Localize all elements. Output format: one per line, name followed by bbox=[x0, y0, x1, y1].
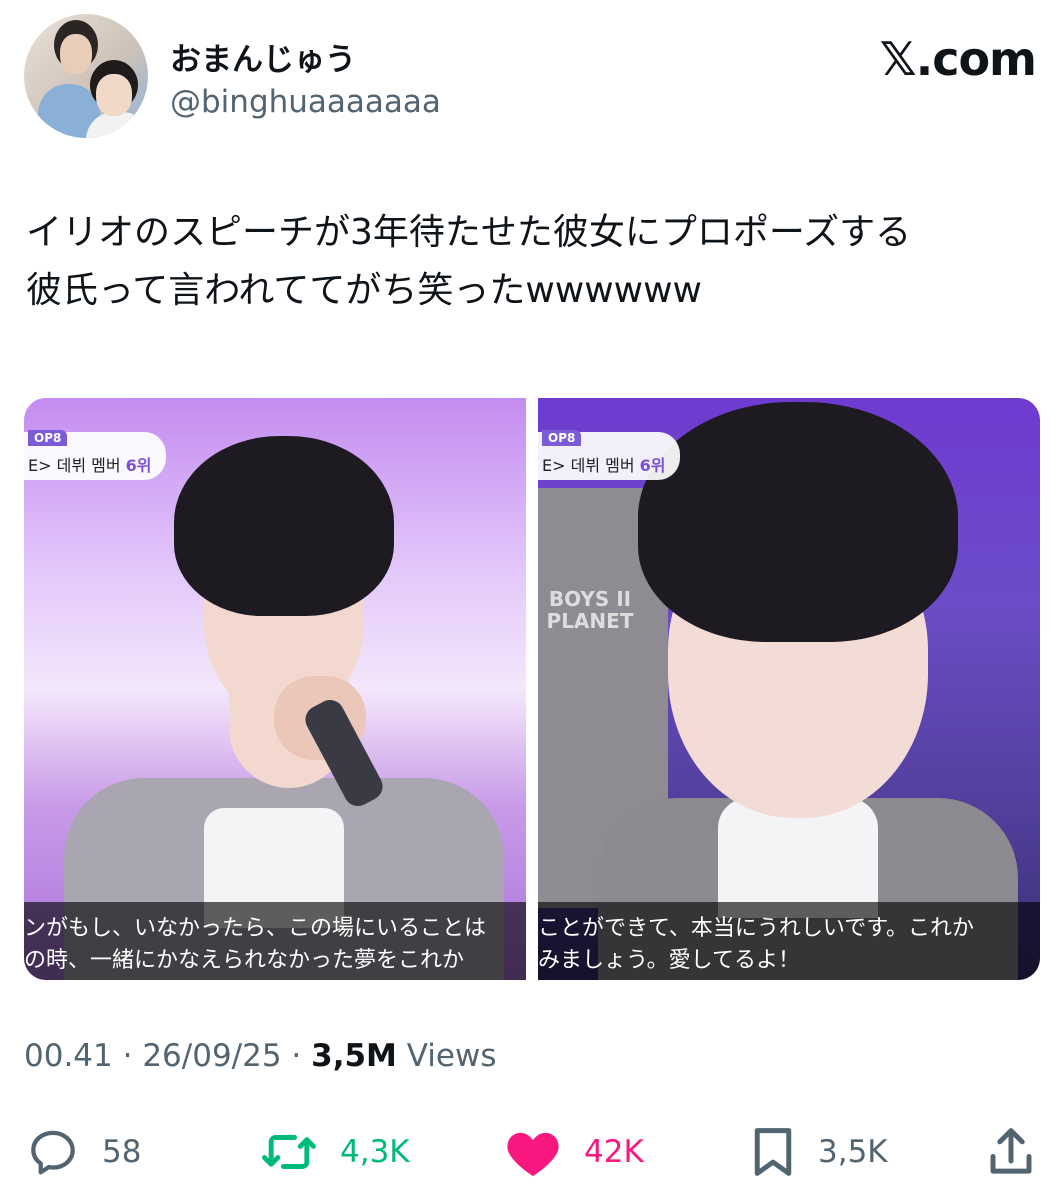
like-count: 42K bbox=[584, 1134, 644, 1170]
bookmark-count: 3,5K bbox=[818, 1134, 888, 1170]
views-count: 3,5M bbox=[311, 1038, 397, 1074]
reply-icon bbox=[26, 1125, 80, 1179]
subtitle-right-line-2: みましょう。愛してるよ！ bbox=[538, 948, 801, 973]
action-bar: 58 4,3K 42K 3,5K bbox=[24, 1124, 1040, 1180]
rank-tag: OP8 E> 데뷔 멤버 6위 bbox=[538, 430, 680, 480]
repost-icon bbox=[260, 1125, 318, 1179]
media-divider bbox=[526, 398, 538, 980]
rank-tag: OP8 E> 데뷔 멤버 6위 bbox=[24, 430, 166, 480]
media-image-right[interactable]: BOYS II PLANET OP8 E> 데뷔 멤버 6위 bbox=[538, 398, 1040, 980]
show-logo: BOYS II PLANET bbox=[546, 587, 634, 633]
user-handle[interactable]: @binghuaaaaaaa bbox=[170, 84, 441, 120]
meta-separator: · bbox=[291, 1038, 302, 1074]
repost-button[interactable]: 4,3K bbox=[260, 1124, 410, 1180]
tweet-text-line-2: 彼氏って言われててがち笑ったwwwwww bbox=[26, 270, 702, 311]
views-label: Views bbox=[406, 1038, 497, 1074]
subtitle-left-line-1: ンがもし、いなかったら、この場にいることは bbox=[24, 916, 487, 941]
media-image-left[interactable]: OP8 E> 데뷔 멤버 6위 bbox=[24, 398, 526, 980]
like-button[interactable]: 42K bbox=[504, 1124, 644, 1180]
reply-button[interactable]: 58 bbox=[26, 1124, 141, 1180]
bookmark-button[interactable]: 3,5K bbox=[750, 1124, 888, 1180]
repost-count: 4,3K bbox=[340, 1134, 410, 1170]
avatar[interactable] bbox=[24, 14, 148, 138]
heart-icon bbox=[504, 1125, 562, 1179]
post-date[interactable]: 26/09/25 bbox=[142, 1038, 281, 1074]
tweet-header: おまんじゅう @binghuaaaaaaa 𝕏.com bbox=[24, 14, 1040, 140]
share-icon bbox=[986, 1125, 1036, 1179]
meta-separator: · bbox=[122, 1038, 133, 1074]
tweet-meta: 00.41 · 26/09/25 · 3,5M Views bbox=[24, 1038, 496, 1074]
reply-count: 58 bbox=[102, 1134, 142, 1170]
subtitle-right-line-1: ことができて、本当にうれしいです。これか bbox=[538, 916, 975, 941]
tweet-text: イリオのスピーチが3年待たせた彼女にプロポーズする 彼氏って言われててがち笑った… bbox=[26, 204, 1036, 320]
x-logo: 𝕏.com bbox=[879, 32, 1037, 86]
subtitle-left-line-2: の時、一緒にかなえられなかった夢をこれか bbox=[24, 948, 465, 973]
share-button[interactable] bbox=[986, 1124, 1036, 1180]
display-name[interactable]: おまんじゅう bbox=[170, 34, 356, 79]
post-time[interactable]: 00.41 bbox=[24, 1038, 113, 1074]
tweet-text-line-1: イリオのスピーチが3年待たせた彼女にプロポーズする bbox=[26, 212, 912, 253]
bookmark-icon bbox=[750, 1125, 796, 1179]
media-grid: OP8 E> 데뷔 멤버 6위 BOYS II PLANET OP8 E> 데뷔… bbox=[24, 398, 1040, 980]
